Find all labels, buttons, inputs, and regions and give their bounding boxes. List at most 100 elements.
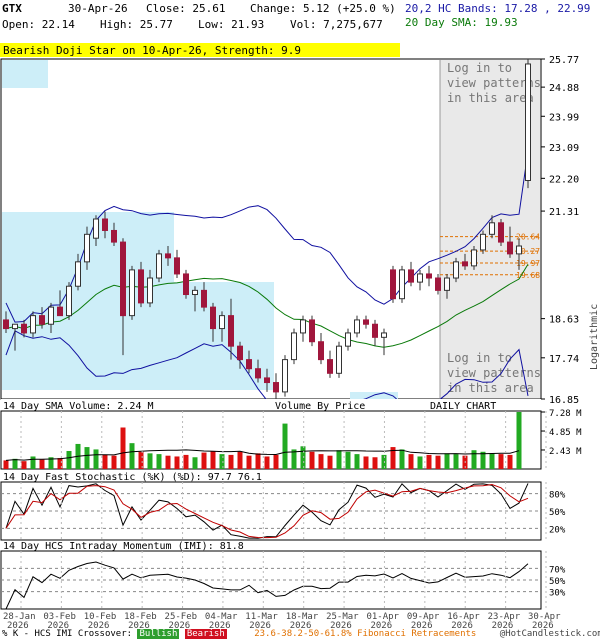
volume-bar <box>408 454 414 469</box>
volume-bar <box>498 454 504 469</box>
imi-tick-label: 70% <box>549 565 566 575</box>
volume-bar <box>84 447 90 469</box>
volume-bar <box>273 454 279 469</box>
volume-bar <box>480 451 486 469</box>
candle <box>372 323 378 338</box>
candle <box>408 269 414 283</box>
candle <box>192 289 198 296</box>
bullish-tag: Bullish <box>137 629 180 639</box>
candle <box>12 323 18 330</box>
candle <box>75 261 81 287</box>
candle <box>453 261 459 279</box>
y-axis-title: Logarithmic <box>589 304 600 370</box>
volume-bar <box>192 457 198 469</box>
volume-bar <box>237 451 243 469</box>
price-tick-label: 24.88 <box>549 83 579 94</box>
candle <box>57 306 63 317</box>
volume-bar <box>354 454 360 469</box>
stoch-tick-label: 50% <box>549 508 566 518</box>
candle <box>291 332 297 361</box>
volume-bar <box>183 454 189 469</box>
candle <box>48 306 54 325</box>
volume-bar <box>300 446 306 469</box>
volume-bar <box>21 461 27 469</box>
candle <box>480 233 486 251</box>
candle <box>183 273 189 296</box>
pattern-banner: Bearish Doji Star on 10-Apr-26, Strength… <box>3 44 301 57</box>
candle <box>219 315 225 330</box>
candle <box>264 377 270 384</box>
volume-tick-label: 2.43 M <box>549 447 582 457</box>
candle <box>129 269 135 317</box>
volume-bar <box>309 451 315 469</box>
candle <box>120 241 126 317</box>
price-tick-label: 21.31 <box>549 207 579 218</box>
price-tick-label: 18.63 <box>549 315 579 326</box>
volume-bar <box>219 454 225 469</box>
price-tick-label: 16.85 <box>549 395 579 406</box>
volume-bar <box>507 454 513 469</box>
volume-bar <box>30 456 36 469</box>
volume-bar <box>174 456 180 469</box>
imi-tick-label: 30% <box>549 589 566 599</box>
imi-title: 14 Day HCS Intraday Momentum (IMI): 81.8 <box>3 541 244 552</box>
crossover-label: % K - HCS IMI Crossover: <box>2 629 133 639</box>
volume-tick-label: 4.85 M <box>549 428 582 438</box>
volume-bar <box>336 450 342 469</box>
volume-bar <box>39 459 45 469</box>
daily-chart-label: DAILY CHART <box>430 401 496 412</box>
candle <box>66 285 72 317</box>
bearish-tag: Bearish <box>184 629 227 639</box>
candle <box>381 332 387 338</box>
volume-bar <box>453 454 459 469</box>
volume-bar <box>489 453 495 469</box>
login-text: in this area <box>447 91 534 105</box>
volume-bar <box>12 458 18 469</box>
price-tick-label: 23.99 <box>549 112 579 123</box>
volume-bar <box>444 453 450 469</box>
login-text: Log in to <box>447 351 512 365</box>
volume-bar <box>426 454 432 469</box>
highlight-zone <box>2 60 48 88</box>
candle <box>399 269 405 300</box>
candle <box>3 319 9 330</box>
candle <box>147 277 153 304</box>
volume-title: 14 Day SMA Volume: 2.24 M <box>3 401 154 412</box>
candle <box>39 315 45 325</box>
price-tick-label: 17.74 <box>549 354 579 365</box>
candle <box>462 261 468 267</box>
candle <box>111 229 117 243</box>
volume-bar <box>282 423 288 469</box>
login-text: in this area <box>447 381 534 395</box>
candle <box>30 315 36 334</box>
candle <box>498 222 504 243</box>
volume-bar <box>417 456 423 469</box>
footer-legend: % K - HCS IMI Crossover: Bullish Bearish… <box>2 629 600 639</box>
volume-bar <box>138 451 144 469</box>
volume-bar <box>327 455 333 469</box>
stock-chart: Bearish Doji Star on 10-Apr-26, Strength… <box>0 43 600 631</box>
price-tick-label: 23.09 <box>549 143 579 154</box>
volume-bar <box>264 456 270 469</box>
volume-bar <box>246 455 252 469</box>
candle <box>282 359 288 393</box>
stoch-title: 14 Day Fast Stochastic (%K) (%D): 97.7 7… <box>3 472 262 483</box>
candle <box>165 253 171 259</box>
volume-bar <box>3 460 9 469</box>
volume-bar <box>201 452 207 469</box>
candle <box>174 257 180 275</box>
volume-by-price-label: Volume By Price <box>275 401 365 412</box>
candle <box>345 332 351 347</box>
candle <box>255 368 261 379</box>
volume-bar <box>228 454 234 469</box>
candle <box>156 253 162 279</box>
copyright[interactable]: @HotCandlestick.com <box>500 629 600 639</box>
candle <box>363 319 369 325</box>
candle <box>336 345 342 374</box>
volume-bar <box>147 453 153 469</box>
candle <box>237 345 243 361</box>
volume-tick-label: 7.28 M <box>549 409 582 419</box>
volume-bar <box>435 455 441 469</box>
candle <box>201 289 207 308</box>
volume-bar <box>318 454 324 469</box>
